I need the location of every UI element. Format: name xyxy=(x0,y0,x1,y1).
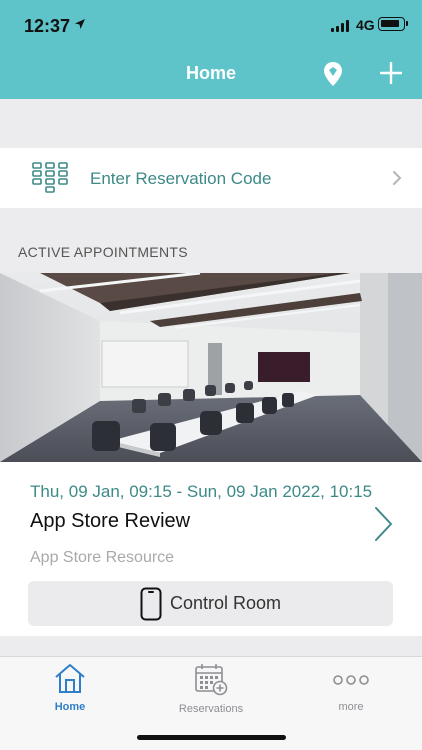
location-pin-icon[interactable] xyxy=(322,61,344,87)
room-photo xyxy=(0,273,422,462)
appointment-resource: App Store Resource xyxy=(30,549,175,566)
tab-home-label: Home xyxy=(54,701,86,713)
control-room-button[interactable]: Control Room xyxy=(28,581,393,626)
battery-icon xyxy=(378,17,408,31)
reservation-code-row[interactable]: Enter Reservation Code xyxy=(0,148,422,208)
page-title: Home xyxy=(185,63,236,83)
ellipsis-icon xyxy=(333,675,369,685)
tab-more[interactable]: more xyxy=(291,662,411,713)
home-indicator xyxy=(137,735,286,740)
status-time: 12:37 xyxy=(24,16,71,36)
tab-reservations-label: Reservations xyxy=(178,703,244,715)
location-arrow-icon xyxy=(75,19,85,29)
status-bar: 12:37 4G xyxy=(0,0,422,50)
smartphone-icon xyxy=(140,587,162,620)
section-header: ACTIVE APPOINTMENTS xyxy=(18,244,188,260)
tab-reservations[interactable]: Reservations xyxy=(151,662,271,715)
tab-more-label: more xyxy=(338,701,364,713)
calendar-add-icon xyxy=(195,664,228,696)
top-bar: 12:37 4G Home xyxy=(0,0,422,99)
network-type: 4G xyxy=(356,17,375,33)
add-icon[interactable] xyxy=(380,62,402,84)
reservation-code-label: Enter Reservation Code xyxy=(90,169,272,188)
appointment-title: App Store Review xyxy=(30,510,191,532)
signal-icon xyxy=(331,20,349,32)
chevron-right-icon xyxy=(393,171,402,185)
appointment-time: Thu, 09 Jan, 09:15 - Sun, 09 Jan 2022, 1… xyxy=(30,482,373,501)
tab-home[interactable]: Home xyxy=(10,662,130,713)
appointment-card[interactable]: Thu, 09 Jan, 09:15 - Sun, 09 Jan 2022, 1… xyxy=(0,273,422,636)
house-icon xyxy=(55,664,85,693)
keypad-icon xyxy=(32,162,68,193)
chevron-right-icon[interactable] xyxy=(372,505,394,543)
control-room-label: Control Room xyxy=(169,593,282,613)
